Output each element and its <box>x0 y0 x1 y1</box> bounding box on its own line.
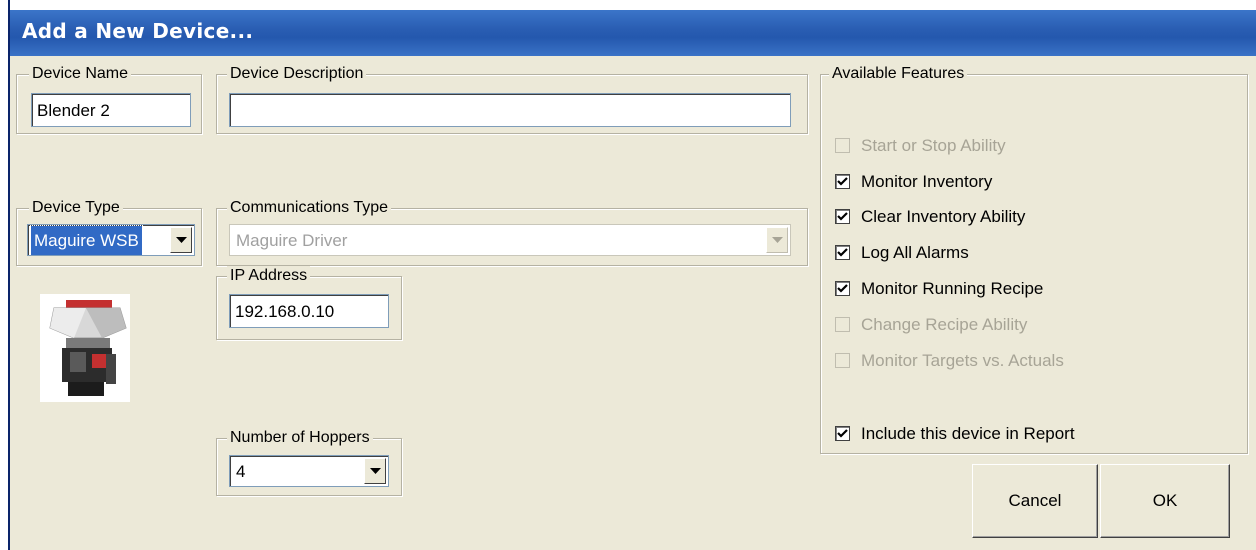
device-type-group: Device Type Maguire WSB <box>16 198 202 266</box>
communications-type-value: Maguire Driver <box>236 231 348 250</box>
device-name-label: Device Name <box>29 64 132 84</box>
device-type-label: Device Type <box>29 198 123 218</box>
chevron-down-icon <box>370 468 381 474</box>
checkbox[interactable] <box>835 317 850 332</box>
number-of-hoppers-label: Number of Hoppers <box>227 428 373 448</box>
number-of-hoppers-group: Number of Hoppers 4 <box>216 428 402 496</box>
device-description-input[interactable] <box>229 93 791 127</box>
checkbox[interactable] <box>835 426 850 441</box>
title-bar[interactable]: Add a New Device... <box>10 10 1256 56</box>
checkmark-icon <box>837 284 848 293</box>
checkbox[interactable] <box>835 245 850 260</box>
ip-address-group: IP Address 192.168.0.10 <box>216 266 402 340</box>
communications-type-dropdown-button[interactable] <box>766 227 788 253</box>
available-features-label: Available Features <box>829 64 968 84</box>
feature-label: Start or Stop Ability <box>861 136 1006 155</box>
number-of-hoppers-dropdown-button[interactable] <box>364 458 386 484</box>
checkbox[interactable] <box>835 353 850 368</box>
device-description-label: Device Description <box>227 64 367 84</box>
checkmark-icon <box>837 177 848 186</box>
add-device-dialog: Add a New Device... Device Name Blender … <box>8 0 1256 550</box>
communications-type-group: Communications Type Maguire Driver <box>216 198 808 266</box>
title-strip <box>10 0 1256 10</box>
window-title: Add a New Device... <box>22 19 254 43</box>
checkmark-icon <box>837 429 848 438</box>
device-type-value: Maguire WSB <box>30 225 143 255</box>
feature-label: Monitor Inventory <box>861 172 993 191</box>
device-type-dropdown-button[interactable] <box>170 227 192 253</box>
device-name-input[interactable]: Blender 2 <box>31 93 191 127</box>
feature-label: Monitor Targets vs. Actuals <box>861 351 1064 370</box>
checkbox[interactable] <box>835 209 850 224</box>
ip-address-label: IP Address <box>227 266 311 286</box>
checkbox[interactable] <box>835 281 850 296</box>
chevron-down-icon <box>772 237 783 243</box>
feature-label: Change Recipe Ability <box>861 315 1028 334</box>
blender-device-image <box>40 294 130 402</box>
feature-label: Log All Alarms <box>861 243 969 262</box>
feature-label: Monitor Running Recipe <box>861 279 1044 298</box>
chevron-down-icon <box>176 237 187 243</box>
feature-label: Include this device in Report <box>861 424 1075 443</box>
number-of-hoppers-value: 4 <box>236 462 246 481</box>
checkbox[interactable] <box>835 138 850 153</box>
checkmark-icon <box>837 248 848 257</box>
dialog-body: Device Name Blender 2 Device Description… <box>10 56 1256 550</box>
available-features-group: Available Features Start or Stop Ability… <box>820 64 1248 454</box>
ip-address-input[interactable]: 192.168.0.10 <box>229 294 389 328</box>
checkmark-icon <box>837 212 848 221</box>
number-of-hoppers-select[interactable]: 4 <box>229 455 389 487</box>
cancel-button[interactable]: Cancel <box>972 464 1098 538</box>
communications-type-label: Communications Type <box>227 198 391 218</box>
device-name-group: Device Name Blender 2 <box>16 64 202 134</box>
communications-type-select[interactable]: Maguire Driver <box>229 224 791 256</box>
device-type-select[interactable]: Maguire WSB <box>27 224 195 256</box>
checkbox[interactable] <box>835 174 850 189</box>
ok-button[interactable]: OK <box>1100 464 1230 538</box>
device-description-group: Device Description <box>216 64 808 134</box>
feature-label: Clear Inventory Ability <box>861 207 1026 226</box>
